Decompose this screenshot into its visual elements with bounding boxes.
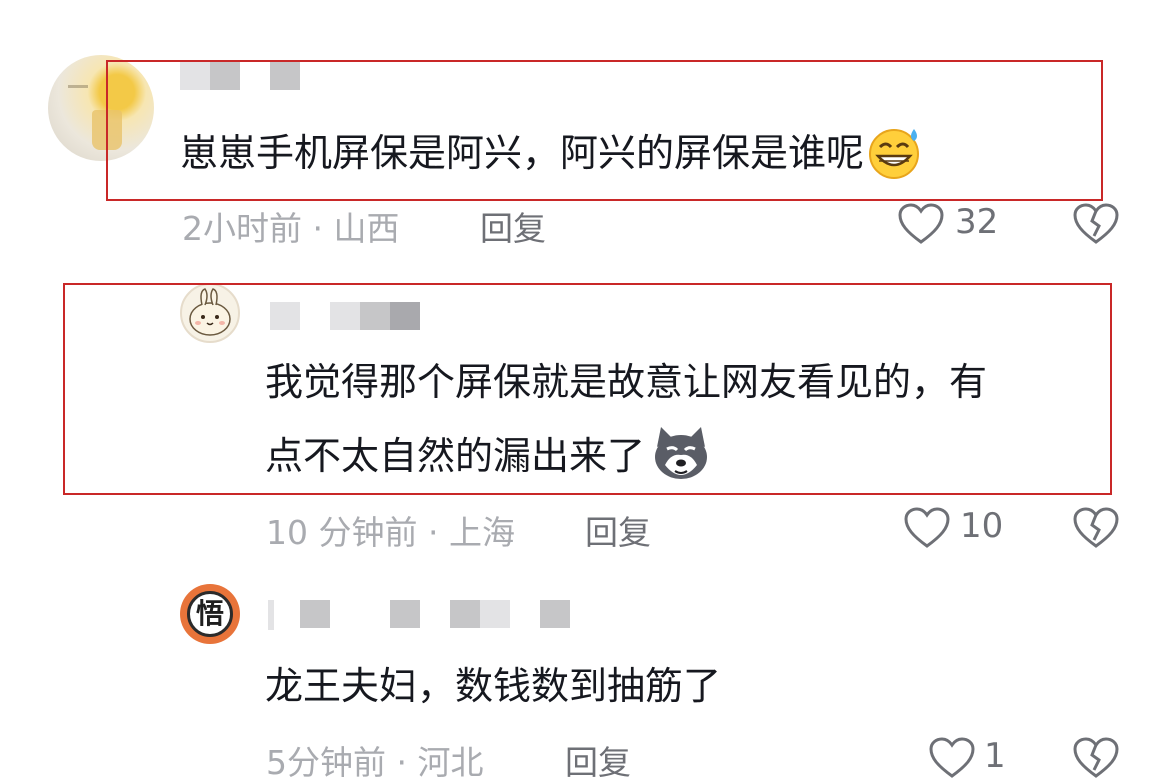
comment-meta: 10 分钟前 · 上海 <box>266 513 515 552</box>
comment-meta: 5分钟前 · 河北 <box>266 743 484 782</box>
like-count: 10 <box>960 506 1004 546</box>
comment-text-line1: 我觉得那个屏保就是故意让网友看见的，有 <box>265 360 988 404</box>
comment-text-content: 崽崽手机屏保是阿兴，阿兴的屏保是谁呢 <box>180 131 865 175</box>
username-redacted[interactable] <box>268 600 274 630</box>
comment-meta: 2小时前 · 山西 <box>182 209 400 248</box>
broken-heart-icon[interactable] <box>1072 736 1120 780</box>
comment-text: 崽崽手机屏保是阿兴，阿兴的屏保是谁呢 <box>180 123 924 183</box>
heart-icon[interactable] <box>897 202 945 246</box>
like-count: 1 <box>984 736 1006 776</box>
broken-heart-icon[interactable] <box>1072 202 1120 246</box>
reply-button[interactable]: 回复 <box>480 202 546 250</box>
reply-button[interactable]: 回复 <box>565 736 631 784</box>
avatar[interactable]: 悟 <box>180 584 240 644</box>
comment-text: 龙王夫妇，数钱数到抽筋了 <box>265 664 722 708</box>
comment-text-line2: 点不太自然的漏出来了 <box>265 426 713 486</box>
username-redacted[interactable] <box>450 600 480 628</box>
like-count: 32 <box>955 202 999 242</box>
heart-icon[interactable] <box>928 736 976 780</box>
username-redacted[interactable] <box>480 600 510 628</box>
avatar-char: 悟 <box>195 597 224 630</box>
broken-heart-icon[interactable] <box>1072 506 1120 550</box>
comment-text-content: 点不太自然的漏出来了 <box>265 434 646 478</box>
username-redacted[interactable] <box>390 600 420 628</box>
heart-icon[interactable] <box>903 506 951 550</box>
username-redacted[interactable] <box>540 600 570 628</box>
grinning-sweat-emoji <box>869 128 920 179</box>
reply-button[interactable]: 回复 <box>585 506 651 554</box>
husky-dog-emoji <box>655 426 708 479</box>
username-redacted[interactable] <box>300 600 330 628</box>
